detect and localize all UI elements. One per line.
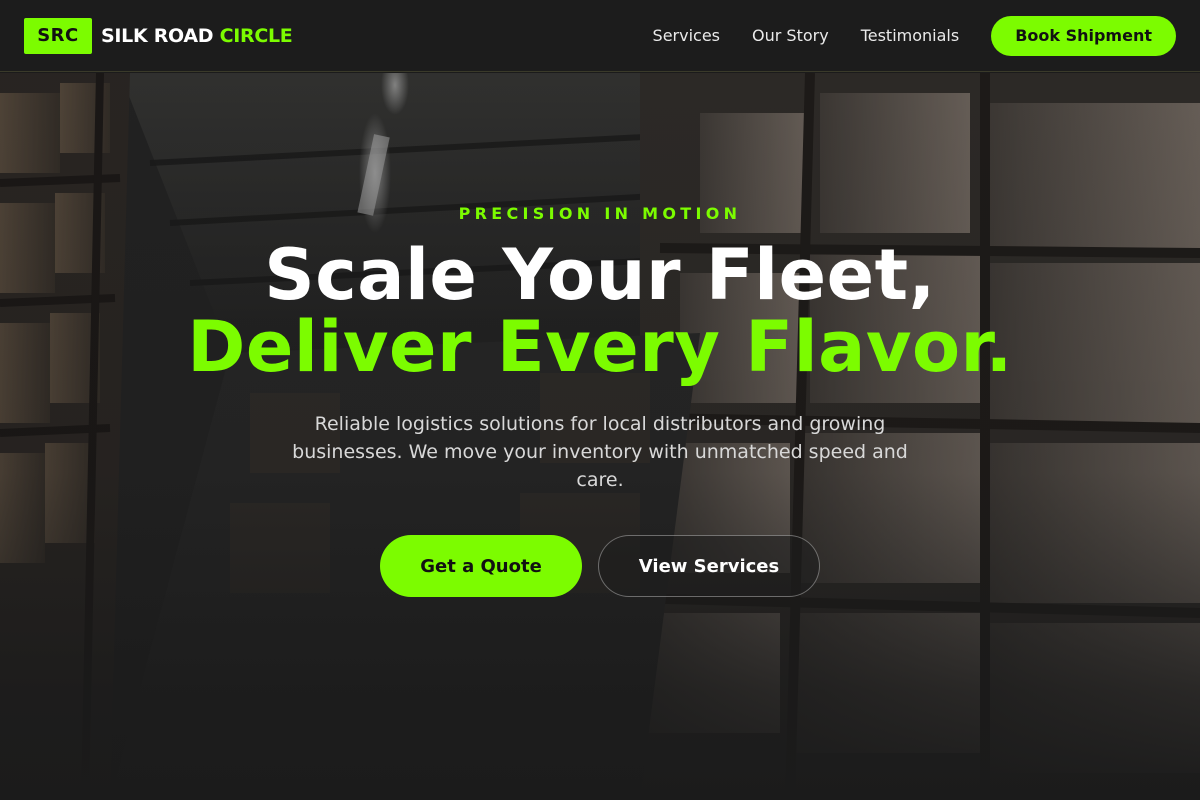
brand-name: SILK ROAD CIRCLE — [101, 24, 293, 47]
get-a-quote-button[interactable]: Get a Quote — [380, 535, 582, 597]
nav-link-services[interactable]: Services — [653, 26, 720, 45]
nav-link-testimonials[interactable]: Testimonials — [861, 26, 960, 45]
brand-logo[interactable]: SRC SILK ROAD CIRCLE — [24, 17, 293, 54]
hero-headline-line1: Scale Your Fleet, — [264, 234, 936, 316]
hero-section: PRECISION IN MOTION Scale Your Fleet, De… — [0, 73, 1200, 800]
hero-headline: Scale Your Fleet, Deliver Every Flavor. — [0, 239, 1200, 383]
hero-subtext: Reliable logistics solutions for local d… — [292, 413, 908, 491]
nav-link-our-story[interactable]: Our Story — [752, 26, 829, 45]
book-shipment-button[interactable]: Book Shipment — [991, 15, 1176, 56]
view-services-button[interactable]: View Services — [598, 535, 820, 597]
hero-cta-row: Get a Quote View Services — [0, 535, 1200, 597]
brand-name-main: SILK ROAD — [101, 24, 214, 47]
brand-name-accent: CIRCLE — [219, 24, 293, 47]
hero-eyebrow: PRECISION IN MOTION — [458, 204, 742, 223]
main-nav: Services Our Story Testimonials Book Shi… — [653, 15, 1176, 56]
brand-badge: SRC — [24, 17, 92, 54]
hero-headline-line2: Deliver Every Flavor. — [187, 306, 1013, 388]
navbar: SRC SILK ROAD CIRCLE Services Our Story … — [0, 0, 1200, 72]
